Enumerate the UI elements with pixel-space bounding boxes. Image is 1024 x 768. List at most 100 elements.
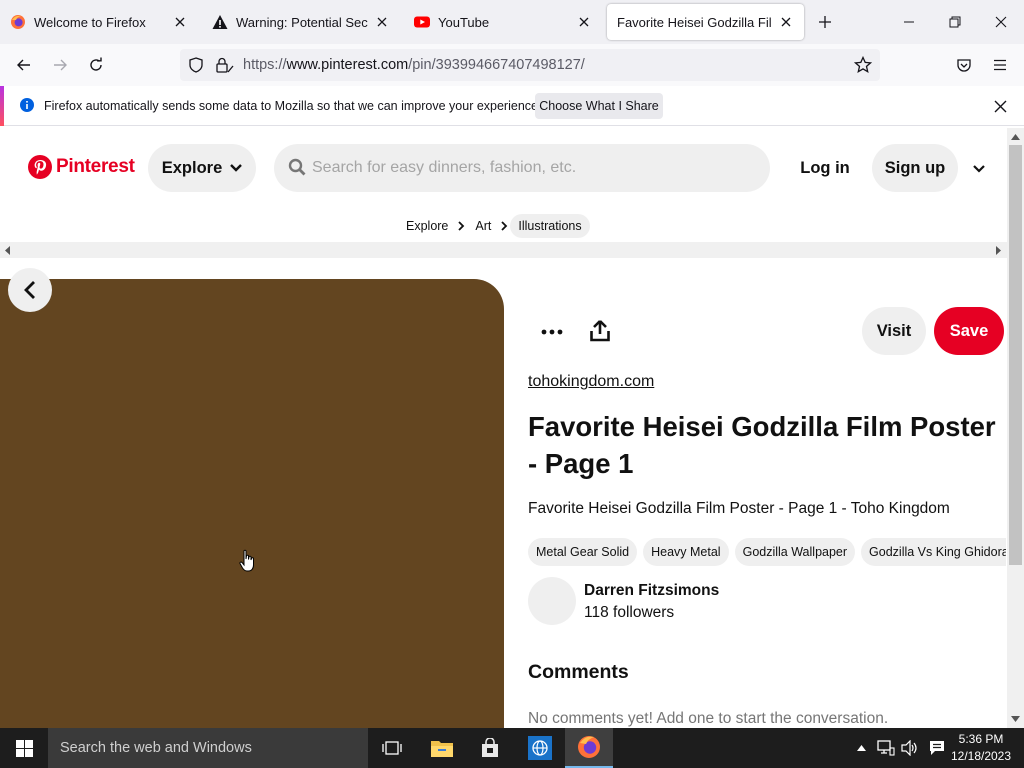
scroll-down-icon[interactable] [1009, 712, 1022, 726]
pin-image[interactable] [0, 279, 504, 728]
folder-icon [431, 741, 453, 757]
tab-godzilla-pin[interactable]: Favorite Heisei Godzilla Film Poster - P… [607, 4, 804, 40]
comments-heading: Comments [528, 661, 629, 683]
breadcrumb-illustrations[interactable]: Illustrations [510, 214, 590, 238]
back-to-feed-button[interactable] [8, 268, 52, 312]
url-scheme: https:// [243, 57, 287, 73]
choose-what-i-share-button[interactable]: Choose What I Share [535, 93, 663, 119]
tag-chip[interactable]: Godzilla Wallpaper [734, 538, 856, 566]
scroll-left-icon[interactable] [2, 244, 14, 256]
close-icon[interactable] [374, 14, 390, 30]
restore-icon [949, 16, 961, 28]
pinterest-logo[interactable]: Pinterest [28, 155, 135, 179]
search-bar[interactable] [274, 144, 770, 192]
tag-chip[interactable]: Godzilla Vs King Ghidorah [861, 538, 1006, 566]
signup-button[interactable]: Sign up [872, 144, 958, 192]
close-window-button[interactable] [978, 6, 1024, 38]
action-center-button[interactable] [925, 728, 949, 768]
taskbar-search-box[interactable]: Search the web and Windows [48, 728, 368, 768]
youtube-icon [414, 16, 430, 28]
speaker-icon [901, 740, 917, 756]
show-hidden-icons-button[interactable] [852, 728, 870, 768]
notification-message: Firefox automatically sends some data to… [44, 99, 542, 113]
app-menu-button[interactable] [985, 50, 1015, 80]
notification-icon [930, 741, 944, 755]
plus-icon [819, 16, 831, 28]
new-tab-button[interactable] [814, 11, 836, 33]
visit-button[interactable]: Visit [862, 307, 926, 355]
arrow-left-icon [17, 59, 30, 71]
system-clock[interactable]: 5:36 PM 12/18/2023 [948, 731, 1014, 765]
lock-icon[interactable] [216, 57, 234, 73]
pocket-icon [957, 59, 971, 72]
close-icon[interactable] [172, 14, 188, 30]
hamburger-menu-icon [994, 59, 1006, 71]
more-options-button[interactable] [968, 158, 990, 180]
restore-button[interactable] [932, 6, 978, 38]
shield-icon[interactable] [188, 57, 204, 73]
horizontal-scrollbar[interactable] [0, 242, 1007, 258]
tag-chip[interactable]: Heavy Metal [643, 538, 729, 566]
url-host: www.pinterest.com [286, 57, 409, 73]
url-path: /pin/393994667407498127/ [408, 57, 585, 73]
windows-taskbar: Search the web and Windows 5:36 PM 12/18… [0, 728, 1024, 768]
breadcrumb: Explore Art Illustrations [398, 214, 590, 238]
chevron-right-icon [499, 221, 510, 231]
close-icon[interactable] [778, 14, 794, 30]
scroll-up-icon[interactable] [1009, 130, 1022, 144]
back-button[interactable] [9, 50, 39, 80]
avatar[interactable] [528, 577, 576, 625]
globe-icon [528, 736, 552, 760]
breadcrumb-explore[interactable]: Explore [398, 219, 456, 233]
star-icon[interactable] [854, 56, 872, 74]
reload-button[interactable] [81, 50, 111, 80]
explore-dropdown[interactable]: Explore [148, 144, 256, 192]
notification-close-button[interactable] [990, 96, 1010, 116]
search-input[interactable] [312, 156, 752, 180]
clock-date: 12/18/2023 [950, 749, 1012, 763]
info-icon [20, 98, 34, 112]
windows-logo-icon [15, 739, 33, 757]
breadcrumb-art[interactable]: Art [467, 219, 499, 233]
firefox-taskbar-button[interactable] [565, 728, 613, 768]
task-view-button[interactable] [368, 728, 416, 768]
volume-button[interactable] [899, 728, 921, 768]
search-icon [288, 158, 306, 176]
store-button[interactable] [466, 728, 514, 768]
tab-title: YouTube [438, 14, 490, 30]
address-bar[interactable]: https://www.pinterest.com/pin/3939946674… [180, 49, 880, 81]
related-tags: Metal Gear Solid Heavy Metal Godzilla Wall… [528, 538, 1006, 566]
firefox-icon [11, 15, 25, 29]
tag-chip[interactable]: Metal Gear Solid [528, 538, 638, 566]
chevron-left-icon [24, 281, 35, 299]
source-link[interactable]: tohokingdom.com [528, 373, 654, 391]
start-button[interactable] [0, 728, 48, 768]
save-button[interactable]: Save [934, 307, 1004, 355]
scroll-right-icon[interactable] [992, 244, 1004, 256]
file-explorer-button[interactable] [418, 728, 466, 768]
network-status-button[interactable] [875, 728, 897, 768]
share-icon [590, 320, 610, 342]
forward-button[interactable] [45, 50, 75, 80]
minimize-button[interactable] [886, 6, 932, 38]
more-actions-button[interactable] [538, 318, 566, 346]
share-button[interactable] [586, 316, 614, 346]
page-viewport: Pinterest Explore Log in Sign up Explore… [0, 128, 1024, 728]
pocket-button[interactable] [949, 50, 979, 80]
pin-description: Favorite Heisei Godzilla Film Poster - P… [528, 500, 950, 517]
vertical-scrollbar[interactable] [1007, 128, 1024, 728]
follower-count: 118 followers [584, 604, 675, 621]
tab-welcome-firefox[interactable]: Welcome to Firefox [0, 4, 198, 40]
telemetry-notification-bar: Firefox automatically sends some data to… [0, 86, 1024, 126]
login-button[interactable]: Log in [790, 144, 860, 192]
url-text[interactable]: https://www.pinterest.com/pin/3939946674… [243, 57, 585, 73]
tab-youtube[interactable]: YouTube [404, 4, 602, 40]
close-icon[interactable] [576, 14, 592, 30]
author-name[interactable]: Darren Fitzsimons [584, 582, 719, 600]
tab-security-warning[interactable]: Warning: Potential Security Risk Ahead [202, 4, 400, 40]
comments-empty-message: No comments yet! Add one to start the co… [528, 710, 889, 727]
network-app-button[interactable] [516, 728, 564, 768]
close-icon [994, 100, 1006, 112]
tab-title: Welcome to Firefox [34, 14, 146, 30]
scrollbar-thumb[interactable] [1009, 145, 1022, 565]
